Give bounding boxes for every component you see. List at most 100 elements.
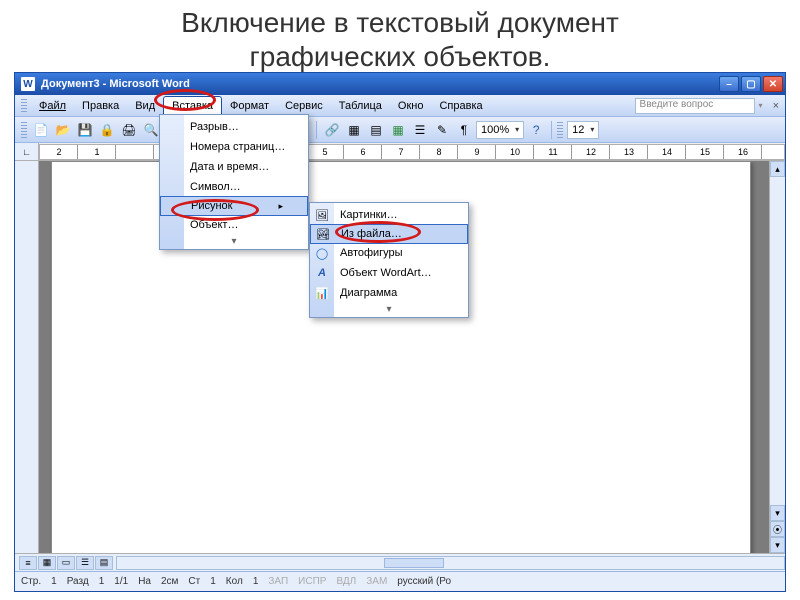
- toolbar-grip[interactable]: [21, 122, 27, 138]
- menu-tools[interactable]: Сервис: [277, 97, 331, 115]
- status-trk: ИСПР: [298, 576, 326, 587]
- status-at-label: На: [138, 576, 151, 587]
- scroll-down-button[interactable]: ▾: [770, 505, 785, 521]
- tab-selector[interactable]: ∟: [15, 143, 39, 160]
- print-button[interactable]: 🖨: [119, 120, 139, 140]
- slide-title-line2: графических объектов.: [0, 40, 800, 74]
- toolbar-separator: [551, 121, 552, 139]
- insert-break[interactable]: Разрыв…: [160, 117, 308, 137]
- insert-object[interactable]: Объект…: [160, 215, 308, 235]
- chevron-down-icon: ▾: [590, 125, 594, 134]
- zoom-value: 100%: [481, 124, 509, 136]
- insert-symbol[interactable]: Символ…: [160, 177, 308, 197]
- formatting-toolbar-grip[interactable]: [557, 122, 563, 138]
- browse-prev-button[interactable]: ⦿: [770, 521, 785, 537]
- horizontal-ruler[interactable]: 2112345678910111213141516: [39, 144, 785, 160]
- menu-insert[interactable]: Вставка: [163, 96, 222, 115]
- insert-page-numbers[interactable]: Номера страниц…: [160, 137, 308, 157]
- picture-clipart[interactable]: 🖼 Картинки…: [310, 205, 468, 225]
- word-app-icon: W: [21, 77, 35, 91]
- insert-picture[interactable]: Рисунок ▸: [160, 196, 308, 216]
- picture-autoshapes[interactable]: ◯ Автофигуры: [310, 243, 468, 263]
- autoshapes-icon: ◯: [314, 245, 330, 261]
- document-close-button[interactable]: ×: [767, 100, 785, 112]
- scroll-track[interactable]: [770, 177, 785, 505]
- vertical-scrollbar[interactable]: ▴ ▾ ⦿ ▾: [769, 161, 785, 553]
- web-view-button[interactable]: ▦: [38, 556, 56, 570]
- status-language: русский (Ро: [397, 576, 451, 587]
- menu-format[interactable]: Формат: [222, 97, 277, 115]
- hyperlink-button[interactable]: 🔗: [322, 120, 342, 140]
- vertical-ruler[interactable]: [15, 161, 39, 553]
- document-map-button[interactable]: ¶: [454, 120, 474, 140]
- font-size-value: 12: [572, 124, 584, 136]
- submenu-arrow-icon: ▸: [278, 201, 283, 212]
- save-button[interactable]: 💾: [75, 120, 95, 140]
- open-button[interactable]: 📂: [53, 120, 73, 140]
- menu-view[interactable]: Вид: [127, 97, 163, 115]
- print-preview-button[interactable]: 🔍: [141, 120, 161, 140]
- help-search-input[interactable]: Введите вопрос: [635, 98, 755, 114]
- picture-from-file[interactable]: 🏞 Из файла…: [310, 224, 468, 244]
- outline-view-button[interactable]: ☰: [76, 556, 94, 570]
- picture-submenu: 🖼 Картинки… 🏞 Из файла… ◯ Автофигуры A О…: [309, 202, 469, 318]
- menu-file[interactable]: Файл: [31, 97, 74, 115]
- chart-icon: 📊: [314, 285, 330, 301]
- insert-date-time[interactable]: Дата и время…: [160, 157, 308, 177]
- insert-table-button[interactable]: ▤: [366, 120, 386, 140]
- menu-window[interactable]: Окно: [390, 97, 432, 115]
- window-title: Документ3 - Microsoft Word: [41, 78, 719, 90]
- status-ovr: ЗАМ: [366, 576, 387, 587]
- menu-edit[interactable]: Правка: [74, 97, 127, 115]
- permission-button[interactable]: 🔒: [97, 120, 117, 140]
- status-section-label: Разд: [67, 576, 89, 587]
- browse-next-button[interactable]: ▾: [770, 537, 785, 553]
- zoom-combo[interactable]: 100% ▾: [476, 121, 524, 139]
- columns-button[interactable]: ☰: [410, 120, 430, 140]
- slide-title-line1: Включение в текстовый документ: [0, 6, 800, 40]
- slide-title: Включение в текстовый документ графическ…: [0, 0, 800, 77]
- clipart-icon: 🖼: [314, 207, 330, 223]
- reading-view-button[interactable]: ▤: [95, 556, 113, 570]
- normal-view-button[interactable]: ≡: [19, 556, 37, 570]
- titlebar: W Документ3 - Microsoft Word – ▢ ✕: [15, 73, 785, 95]
- status-page: 1: [51, 576, 57, 587]
- scroll-up-button[interactable]: ▴: [770, 161, 785, 177]
- excel-button[interactable]: ▦: [388, 120, 408, 140]
- wordart-icon: A: [314, 265, 330, 281]
- status-page-label: Стр.: [21, 576, 41, 587]
- font-size-combo[interactable]: 12 ▾: [567, 121, 599, 139]
- drawing-button[interactable]: ✎: [432, 120, 452, 140]
- chevron-down-icon: ▾: [515, 125, 519, 134]
- help-button[interactable]: ?: [526, 120, 546, 140]
- menu-help[interactable]: Справка: [431, 97, 490, 115]
- tables-borders-button[interactable]: ▦: [344, 120, 364, 140]
- standard-toolbar: 📄 📂 💾 🔒 🖨 🔍 ✂ ⧉ 📋 🖌 ↶ ↷ 🔗 ▦ ▤ ▦ ☰ ✎ ¶ 10…: [15, 117, 785, 143]
- statusbar: Стр. 1 Разд 1 1/1 На 2см Ст 1 Кол 1 ЗАП …: [15, 571, 785, 591]
- picture-wordart[interactable]: A Объект WordArt…: [310, 263, 468, 283]
- horizontal-ruler-row: ∟ 2112345678910111213141516: [15, 143, 785, 161]
- from-file-icon: 🏞: [315, 226, 331, 242]
- horizontal-scrollbar[interactable]: [116, 556, 785, 570]
- help-dropdown-icon[interactable]: ▾: [759, 101, 763, 110]
- status-rec: ЗАП: [268, 576, 288, 587]
- hscroll-thumb[interactable]: [384, 558, 444, 568]
- toolbar-separator: [316, 121, 317, 139]
- minimize-button[interactable]: –: [719, 76, 739, 92]
- status-line: 1: [210, 576, 216, 587]
- maximize-button[interactable]: ▢: [741, 76, 761, 92]
- menu-table[interactable]: Таблица: [331, 97, 390, 115]
- status-col-label: Кол: [226, 576, 243, 587]
- insert-menu-dropdown: Разрыв… Номера страниц… Дата и время… Си…: [159, 114, 309, 250]
- status-at: 2см: [161, 576, 178, 587]
- picture-chart[interactable]: 📊 Диаграмма: [310, 283, 468, 303]
- new-doc-button[interactable]: 📄: [31, 120, 51, 140]
- view-switcher: ≡ ▦ ▭ ☰ ▤: [15, 553, 785, 571]
- status-section: 1: [99, 576, 105, 587]
- status-ext: ВДЛ: [336, 576, 356, 587]
- menubar: Файл Правка Вид Вставка Формат Сервис Та…: [15, 95, 785, 117]
- close-button[interactable]: ✕: [763, 76, 783, 92]
- status-line-label: Ст: [188, 576, 200, 587]
- print-view-button[interactable]: ▭: [57, 556, 75, 570]
- menubar-grip[interactable]: [21, 99, 27, 113]
